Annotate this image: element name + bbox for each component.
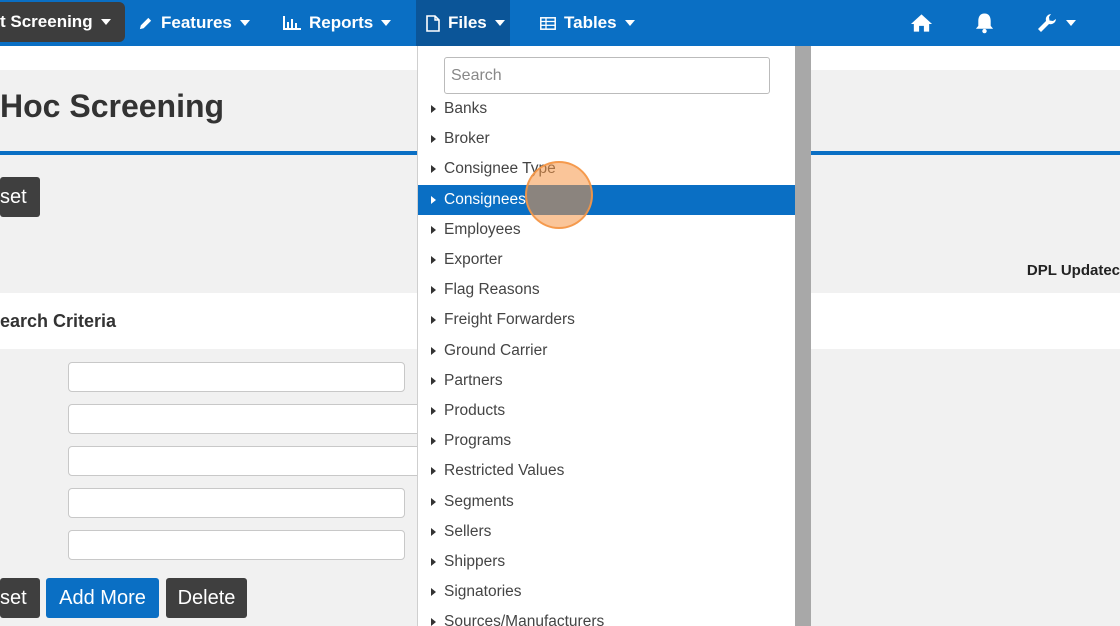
caret-right-icon (431, 286, 436, 295)
caret-right-icon (431, 618, 436, 626)
files-dropdown-menu: Banks Broker Consignee Type Consignees Emplo… (417, 46, 811, 626)
menu-item-label: Consignees (444, 190, 526, 208)
menu-item[interactable]: Segments (418, 486, 795, 516)
chevron-down-icon (100, 19, 111, 25)
nav-reports-label: Reports (309, 13, 374, 32)
menu-item[interactable]: Sources/Manufacturers (418, 607, 795, 626)
add-more-label: Add More (59, 586, 146, 609)
wrench-icon[interactable] (1036, 0, 1076, 46)
nav-files-label: Files (448, 13, 487, 32)
criteria-field-3[interactable] (68, 446, 428, 476)
menu-item[interactable]: Exporter (418, 245, 795, 275)
table-icon (540, 16, 556, 30)
menu-item-label: Segments (444, 492, 514, 510)
menu-item[interactable]: Programs (418, 426, 795, 456)
criteria-field-4[interactable] (68, 488, 405, 518)
menu-item-label: Banks (444, 100, 488, 118)
home-icon[interactable] (910, 0, 933, 46)
menu-item-label: Partners (444, 371, 503, 389)
menu-item[interactable]: Flag Reasons (418, 275, 795, 305)
menu-item-label: Restricted Values (444, 462, 565, 480)
menu-item[interactable]: Banks (418, 94, 795, 124)
caret-right-icon (431, 467, 436, 476)
reset-button-bottom-label: set (0, 586, 27, 609)
caret-right-icon (431, 165, 436, 174)
menu-item[interactable]: Signatories (418, 577, 795, 607)
menu-item-label: Shippers (444, 552, 506, 570)
menu-item-label: Sellers (444, 522, 492, 540)
caret-right-icon (431, 527, 436, 536)
menu-item[interactable]: Sellers (418, 517, 795, 547)
menu-item[interactable]: Restricted Values (418, 456, 795, 486)
reset-button-bottom[interactable]: set (0, 578, 40, 618)
caret-right-icon (431, 406, 436, 415)
menu-item-label: Flag Reasons (444, 281, 540, 299)
chevron-down-icon (624, 20, 635, 26)
menu-item-label: Employees (444, 220, 521, 238)
caret-right-icon (431, 497, 436, 506)
menu-item-label: Programs (444, 432, 512, 450)
menu-item[interactable]: Employees (418, 215, 795, 245)
bar-chart-icon (283, 16, 301, 30)
nav-tables-menu[interactable]: Tables (540, 0, 635, 46)
menu-item-label: Sources/Manufacturers (444, 613, 605, 626)
criteria-field-5[interactable] (68, 530, 405, 560)
menu-item[interactable]: Partners (418, 366, 795, 396)
chevron-down-icon (1066, 20, 1076, 26)
caret-right-icon (431, 135, 436, 144)
menu-item[interactable]: Consignees (418, 184, 795, 215)
caret-right-icon (431, 225, 436, 234)
menu-item[interactable]: Broker (418, 124, 795, 154)
menu-item[interactable]: Freight Forwarders (418, 305, 795, 335)
menu-item-label: Signatories (444, 583, 522, 601)
dpl-updated-label: DPL Updatec (1026, 262, 1120, 279)
top-navbar: t Screening Features Reports Files Table… (0, 0, 1120, 46)
caret-right-icon (431, 588, 436, 597)
reset-button-label: set (0, 185, 27, 208)
menu-item-label: Exporter (444, 251, 503, 269)
pencil-icon (138, 16, 153, 31)
dropdown-search-input[interactable] (444, 57, 770, 94)
search-criteria-title: earch Criteria (0, 311, 117, 331)
nav-reports-menu[interactable]: Reports (283, 0, 392, 46)
menu-item[interactable]: Consignee Type (418, 154, 795, 184)
chevron-down-icon (381, 20, 392, 26)
click-indicator (525, 161, 593, 229)
file-icon (426, 14, 440, 32)
caret-right-icon (431, 557, 436, 566)
caret-right-icon (431, 346, 436, 355)
dropdown-scrollbar[interactable] (795, 46, 811, 626)
caret-right-icon (431, 316, 436, 325)
caret-right-icon (431, 376, 436, 385)
caret-right-icon (431, 105, 436, 114)
menu-item[interactable]: Products (418, 396, 795, 426)
reset-button[interactable]: set (0, 177, 40, 217)
add-more-button[interactable]: Add More (46, 578, 159, 618)
delete-label: Delete (177, 586, 236, 609)
caret-right-icon (431, 437, 436, 446)
bell-icon[interactable] (974, 0, 995, 46)
menu-item-label: Freight Forwarders (444, 311, 575, 329)
menu-item-label: Products (444, 401, 506, 419)
files-menu-list: Banks Broker Consignee Type Consignees Emplo… (418, 94, 795, 626)
menu-item[interactable]: Ground Carrier (418, 336, 795, 366)
page-title: Hoc Screening (0, 88, 225, 124)
nav-features-label: Features (161, 13, 232, 32)
nav-files-menu[interactable]: Files (416, 0, 510, 46)
criteria-field-2[interactable] (68, 404, 428, 434)
menu-item-label: Broker (444, 130, 490, 148)
caret-right-icon (431, 256, 436, 265)
criteria-field-1[interactable] (68, 362, 405, 392)
nav-screening-menu[interactable]: t Screening (0, 2, 125, 42)
chevron-down-icon (239, 20, 250, 26)
delete-button[interactable]: Delete (166, 578, 247, 618)
nav-screening-label: t Screening (0, 12, 93, 31)
chevron-down-icon (494, 20, 505, 26)
nav-features-menu[interactable]: Features (138, 0, 250, 46)
caret-right-icon (431, 195, 436, 204)
menu-item-label: Ground Carrier (444, 341, 548, 359)
menu-item[interactable]: Shippers (418, 547, 795, 577)
nav-tables-label: Tables (564, 13, 617, 32)
